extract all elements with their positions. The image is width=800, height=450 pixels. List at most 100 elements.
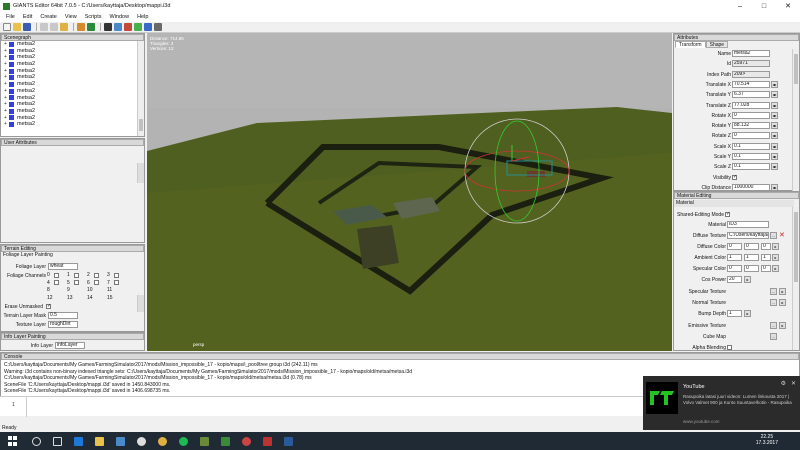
menu-help[interactable]: Help: [133, 14, 152, 20]
material-scrollbar[interactable]: [792, 207, 799, 350]
play-icon[interactable]: [104, 23, 112, 31]
texture-layer-select[interactable]: roughDirt: [48, 321, 78, 328]
undo-icon[interactable]: [77, 23, 85, 31]
attribute-value-field[interactable]: 77.028: [732, 101, 770, 109]
attribute-spin-button[interactable]: ◂▸: [771, 142, 778, 150]
scenegraph-item[interactable]: + metsa2: [1, 115, 144, 122]
save-icon[interactable]: [23, 23, 31, 31]
menu-view[interactable]: View: [61, 14, 81, 20]
close-button[interactable]: ✕: [776, 0, 800, 12]
attribute-value-field[interactable]: 88.132: [732, 122, 770, 130]
channel-checkbox[interactable]: [74, 280, 79, 285]
terrain-editing-scrollbar[interactable]: [137, 295, 144, 312]
emissive-texture-browse[interactable]: ...: [770, 322, 777, 329]
attribute-value-field[interactable]: 0: [732, 132, 770, 140]
scenegraph-scrollbar[interactable]: [137, 41, 144, 136]
diffuse-texture-field[interactable]: C:/Users/kayttaja/D: [727, 232, 769, 239]
channel-checkbox[interactable]: [94, 272, 99, 278]
rotate-icon[interactable]: [134, 23, 142, 31]
scenegraph-item[interactable]: + metsa2: [1, 54, 144, 61]
ambient-b-field[interactable]: 1: [761, 254, 771, 261]
channel-checkbox[interactable]: [54, 272, 59, 278]
chrome-icon[interactable]: [158, 436, 167, 446]
3d-viewport[interactable]: Distance: 714.86 Triangles: 4 Vertices: …: [147, 33, 672, 351]
cut-icon[interactable]: [40, 23, 48, 31]
visibility-checkbox[interactable]: ✓: [732, 174, 737, 180]
specular-texture-clear[interactable]: ▸: [779, 288, 786, 295]
cos-power-button[interactable]: ▸: [744, 276, 751, 283]
attribute-spin-button[interactable]: ◂▸: [771, 153, 778, 160]
attribute-spin-button[interactable]: ◂▸: [771, 132, 778, 140]
task-view-icon[interactable]: [53, 436, 62, 446]
file-explorer-icon[interactable]: [95, 436, 104, 446]
menu-window[interactable]: Window: [106, 14, 134, 20]
normal-texture-clear[interactable]: ▸: [779, 299, 786, 306]
store-icon[interactable]: [116, 436, 125, 446]
edge-icon[interactable]: [74, 436, 83, 446]
youtube-notification[interactable]: YouTube Rasupoika latasi juuri videon: L…: [643, 376, 800, 430]
game-icon[interactable]: [200, 436, 209, 446]
scenegraph-item[interactable]: + metsa2: [1, 108, 144, 115]
scrollbar-thumb[interactable]: [139, 119, 143, 131]
specular-color-button[interactable]: ▸: [772, 265, 779, 272]
maximize-button[interactable]: □: [752, 0, 776, 12]
specular-g-field[interactable]: 0: [744, 265, 759, 272]
scenegraph-item[interactable]: + metsa2: [1, 121, 144, 128]
ambient-r-field[interactable]: 1: [727, 254, 742, 261]
gear-icon[interactable]: ⚙: [781, 380, 786, 387]
cos-power-field[interactable]: 20: [727, 276, 742, 283]
diffuse-b-field[interactable]: 0: [761, 243, 771, 250]
channel-checkbox[interactable]: [74, 272, 79, 278]
close-icon[interactable]: ✕: [791, 380, 796, 387]
scenegraph-item[interactable]: + metsa2: [1, 41, 144, 48]
scenegraph-item[interactable]: + metsa2: [1, 68, 144, 75]
scenegraph-item[interactable]: + metsa2: [1, 74, 144, 81]
material-select[interactable]: ID3: [727, 221, 769, 228]
specular-b-field[interactable]: 0: [761, 265, 771, 272]
attribute-value-field[interactable]: 6.37: [732, 91, 770, 99]
menu-create[interactable]: Create: [36, 14, 61, 20]
paste-icon[interactable]: [60, 23, 68, 31]
tab-shape[interactable]: Shape: [705, 41, 729, 48]
bump-depth-button[interactable]: ▸: [744, 310, 751, 317]
info-layer-select[interactable]: infoLayer: [55, 342, 85, 349]
select-icon[interactable]: [114, 23, 122, 31]
foliage-layer-select[interactable]: wheat: [48, 263, 78, 270]
scrollbar-thumb[interactable]: [794, 54, 798, 84]
normal-texture-browse[interactable]: ...: [770, 299, 777, 306]
menu-file[interactable]: File: [2, 14, 19, 20]
copy-icon[interactable]: [50, 23, 58, 31]
attribute-spin-button[interactable]: ◂▸: [771, 101, 778, 109]
search-icon[interactable]: [32, 436, 41, 446]
diffuse-r-field[interactable]: 0: [727, 243, 742, 250]
attribute-value-field[interactable]: 0.1: [732, 142, 770, 150]
channel-checkbox[interactable]: [54, 280, 59, 285]
attribute-spin-button[interactable]: ◂▸: [771, 111, 778, 119]
attribute-value-field[interactable]: 0.1: [732, 153, 770, 160]
xbox-icon[interactable]: [137, 436, 146, 446]
scenegraph-item[interactable]: + metsa2: [1, 101, 144, 108]
cube-map-browse[interactable]: ...: [770, 333, 777, 340]
ambient-color-button[interactable]: ▸: [772, 254, 779, 261]
taskbar-clock[interactable]: 22.25 17.3.2017: [756, 434, 778, 446]
tab-transform[interactable]: Transform: [675, 41, 706, 48]
menu-scripts[interactable]: Scripts: [81, 14, 106, 20]
redo-icon[interactable]: [87, 23, 95, 31]
start-icon[interactable]: [8, 436, 18, 446]
alpha-blending-checkbox[interactable]: [727, 345, 732, 350]
scenegraph-item[interactable]: + metsa2: [1, 81, 144, 88]
scale-icon[interactable]: [144, 23, 152, 31]
app-icon[interactable]: [263, 436, 272, 446]
attribute-value-field[interactable]: 1000000: [732, 183, 770, 191]
attribute-value-field[interactable]: 0.1: [732, 163, 770, 171]
viewport-scene[interactable]: [147, 33, 672, 351]
attribute-value-field[interactable]: metsa2: [732, 50, 770, 57]
erase-unmasked-checkbox[interactable]: ✓: [46, 303, 51, 309]
shared-editing-checkbox[interactable]: ✓: [725, 211, 730, 217]
media-icon[interactable]: [242, 436, 251, 446]
scenegraph-item[interactable]: + metsa2: [1, 61, 144, 68]
attribute-spin-button[interactable]: ◂▸: [771, 163, 778, 171]
open-folder-icon[interactable]: [13, 23, 21, 31]
scenegraph-item[interactable]: + metsa2: [1, 48, 144, 55]
bump-depth-field[interactable]: 1: [727, 310, 742, 317]
